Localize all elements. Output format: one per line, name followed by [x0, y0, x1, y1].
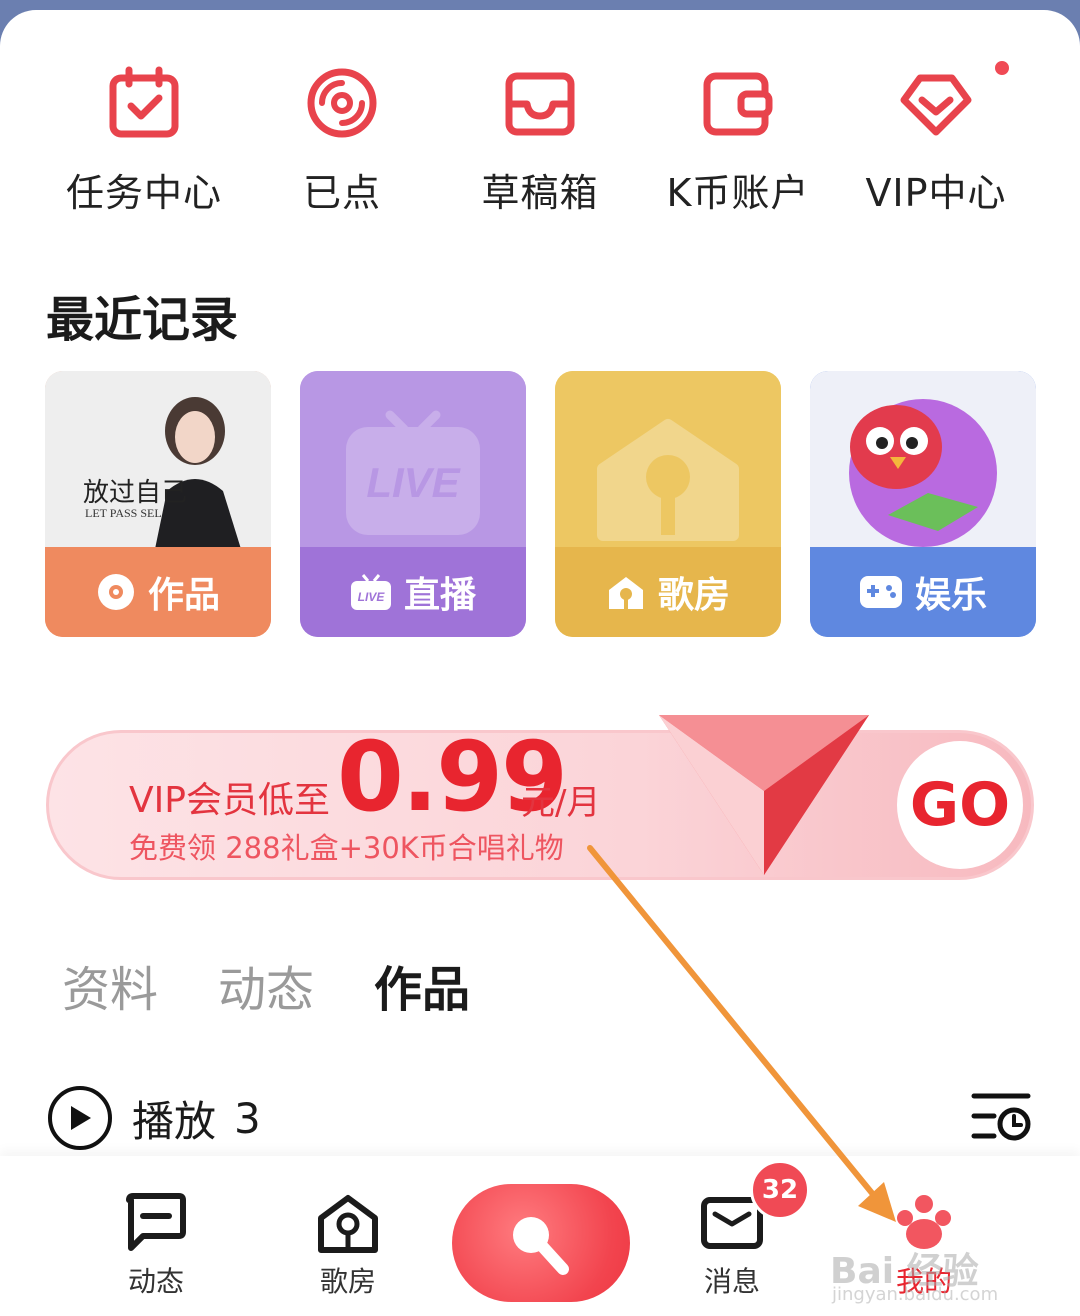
- sort-by-time-icon[interactable]: [970, 1090, 1032, 1144]
- card-label-bar: 娱乐: [810, 547, 1036, 637]
- quick-label: 任务中心: [65, 171, 222, 215]
- chat-bubble-icon: [126, 1193, 186, 1251]
- quick-actions: 任务中心 已点 草稿箱 K币账户 VIP中心: [0, 58, 1080, 236]
- recent-card-works[interactable]: 放过自己 LET PASS SEL 作品: [45, 371, 271, 637]
- card-label-bar: 歌房: [555, 547, 781, 637]
- live-art-text: LIVE: [366, 459, 461, 506]
- vip-banner-headline: VIP会员低至: [129, 780, 330, 821]
- disc-icon: [307, 68, 377, 138]
- calendar-check-icon: [109, 66, 179, 138]
- profile-sheet: 任务中心 已点 草稿箱 K币账户 VIP中心 最近记录 放过自己 LET PAS…: [0, 10, 1080, 1316]
- play-all-label: 播放: [132, 1096, 217, 1146]
- tab-feed[interactable]: 动态: [218, 950, 314, 1020]
- vip-promo-banner[interactable]: VIP会员低至 0.99 元/月 免费领 288礼盒+30K币合唱礼物 GO: [46, 715, 1034, 880]
- live-art: LIVE: [300, 371, 526, 549]
- house-icon: [318, 1195, 378, 1253]
- quick-label: VIP中心: [865, 171, 1007, 215]
- notification-dot: [992, 58, 1012, 78]
- wallet-icon: [703, 72, 773, 136]
- quick-task-center[interactable]: 任务中心: [44, 66, 244, 236]
- play-count: 3: [234, 1093, 261, 1143]
- quick-drafts[interactable]: 草稿箱: [440, 66, 640, 236]
- vip-banner-unit: 元/月: [521, 783, 601, 823]
- quick-ordered[interactable]: 已点: [242, 66, 442, 236]
- watermark-url: jingyan.baidu.com: [832, 1284, 999, 1305]
- nav-label: 歌房: [319, 1265, 376, 1298]
- card-label: 作品: [147, 575, 220, 616]
- recent-card-live[interactable]: LIVE LIVE 直播: [300, 371, 526, 637]
- vip-diamond-icon: [900, 74, 972, 136]
- card-label: 直播: [403, 575, 476, 616]
- album-subtitle-text: LET PASS SEL: [85, 506, 162, 520]
- house-art: [555, 371, 781, 549]
- card-label-bar: LIVE 直播: [300, 547, 526, 637]
- play-all-row[interactable]: 播放 3: [48, 1086, 261, 1150]
- live-icon-text: LIVE: [358, 590, 386, 604]
- nav-feed[interactable]: 动态: [86, 1192, 226, 1300]
- house-icon: [606, 572, 646, 612]
- disc-icon: [96, 572, 136, 612]
- recent-card-entertainment[interactable]: 娱乐: [810, 371, 1036, 637]
- sing-button[interactable]: [452, 1184, 630, 1302]
- vip-banner-subline: 免费领 288礼盒+30K币合唱礼物: [129, 831, 564, 865]
- tab-works[interactable]: 作品: [374, 950, 470, 1020]
- card-label: 娱乐: [914, 575, 987, 616]
- quick-label: K币账户: [666, 171, 810, 215]
- live-tv-icon: LIVE: [350, 573, 392, 611]
- nav-label: 消息: [703, 1265, 760, 1298]
- quick-kcoin-account[interactable]: K币账户: [638, 66, 838, 236]
- vip-gem-icon: [659, 715, 869, 875]
- quick-vip-center[interactable]: VIP中心: [836, 58, 1036, 236]
- bottom-navigation: 动态 歌房 消息 32 我的 Bai 经验 jingyan.baidu.com: [0, 1156, 1080, 1316]
- quick-label: 草稿箱: [481, 171, 599, 215]
- recent-card-song-room[interactable]: 歌房: [555, 371, 781, 637]
- gamepad-icon: [859, 574, 903, 610]
- vip-go-button[interactable]: GO: [897, 741, 1023, 869]
- microphone-icon: [513, 1217, 569, 1275]
- inbox-tray-icon: [505, 72, 575, 136]
- nav-song-room[interactable]: 歌房: [278, 1192, 418, 1300]
- message-count-badge: 32: [750, 1160, 810, 1220]
- recent-records-title: 最近记录: [46, 292, 239, 348]
- game-art: [810, 371, 1036, 549]
- card-label: 歌房: [657, 575, 730, 616]
- album-cover: 放过自己 LET PASS SEL: [45, 371, 271, 549]
- tab-profile-info[interactable]: 资料: [62, 950, 158, 1020]
- play-icon[interactable]: [48, 1086, 112, 1150]
- album-title-text: 放过自己: [83, 478, 187, 507]
- quick-label: 已点: [302, 171, 381, 215]
- card-label-bar: 作品: [45, 547, 271, 637]
- nav-label: 动态: [127, 1265, 184, 1298]
